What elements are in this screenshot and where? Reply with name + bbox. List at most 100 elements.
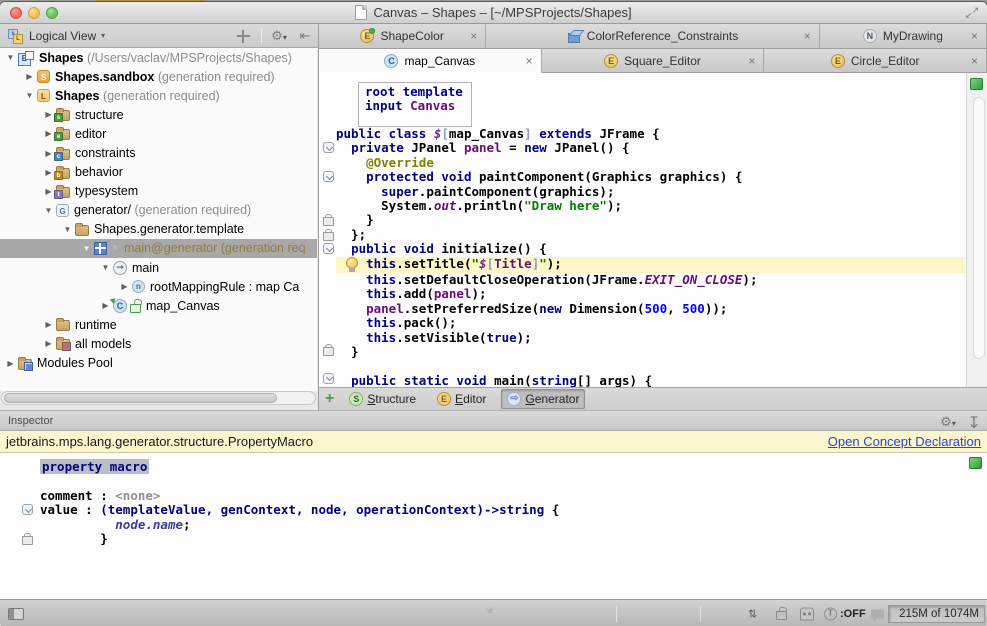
folder-icon: s	[56, 110, 70, 121]
hide-panel-icon[interactable]: ⇤	[295, 27, 315, 45]
expand-arrow[interactable]: ▶	[118, 282, 131, 291]
tree-item-map-canvas[interactable]: ▶ map_Canvas	[0, 296, 317, 315]
tree-item-structure[interactable]: ▶sstructure	[0, 105, 317, 124]
tree-item-shapes-sandbox[interactable]: ▶Shapes.sandbox (generation required)	[0, 67, 317, 86]
sort-arrows-icon[interactable]: ⇅	[748, 608, 757, 621]
tree-item-runtime[interactable]: ▶runtime	[0, 315, 317, 334]
close-icon[interactable]: ×	[748, 55, 755, 67]
fold-icon[interactable]	[22, 504, 33, 515]
minimize-window-button[interactable]	[28, 7, 40, 19]
fold-icon[interactable]	[323, 243, 334, 254]
gear-icon[interactable]: ⚙▾	[269, 27, 289, 45]
intention-bulb-icon[interactable]	[346, 257, 358, 272]
expand-arrow[interactable]: ▼	[61, 225, 74, 234]
code-area[interactable]: public class $[map_Canvas] extends JFram…	[336, 127, 965, 387]
main-arrow-icon	[113, 261, 127, 275]
scroll-from-source-icon[interactable]	[234, 27, 254, 45]
zoom-window-button[interactable]	[46, 7, 58, 19]
tree-item-typesystem[interactable]: ▶ttypesystem	[0, 182, 317, 201]
tree-item-rootmappingrule-map-ca[interactable]: ▶ rootMappingRule : map Ca	[0, 277, 317, 296]
expand-arrow[interactable]: ▶	[23, 72, 36, 81]
gear-icon[interactable]: ⚙▾	[938, 413, 958, 429]
header-box-line: root template	[365, 85, 463, 99]
tree-item-behavior[interactable]: ▶bbehavior	[0, 163, 317, 182]
inspector-code-line	[40, 474, 559, 488]
expand-arrow[interactable]: ▼	[99, 263, 112, 272]
view-tab-structure[interactable]: Structure	[343, 389, 422, 409]
view-tab-generator[interactable]: Generator	[501, 389, 585, 409]
tree-item-editor[interactable]: ▶eeditor	[0, 124, 317, 143]
title-bar[interactable]: Canvas – Shapes – [~/MPSProjects/Shapes]…	[0, 2, 987, 24]
expand-arrow[interactable]: ▼	[4, 53, 17, 62]
expand-arrow[interactable]: ▶	[4, 359, 17, 368]
inspector-code-line: }	[40, 532, 559, 546]
tab-circle-editor[interactable]: Circle_Editor ×	[764, 49, 987, 73]
close-icon[interactable]: ×	[470, 30, 477, 42]
tab-colorreference-constraints[interactable]: ColorReference_Constraints×	[486, 24, 820, 49]
tree-item-shapes[interactable]: ▼Shapes (/Users/vaclav/MPSProjects/Shape…	[0, 48, 317, 67]
view-tab-label: Editor	[455, 392, 486, 406]
tree-item-label: map_Canvas	[146, 299, 220, 313]
tab-square-editor[interactable]: Square_Editor×	[542, 49, 765, 73]
tab-map-canvas[interactable]: map_Canvas×	[319, 49, 542, 73]
inspector-title: Inspector	[0, 415, 935, 427]
toggle-toolwindows-icon[interactable]	[8, 608, 24, 620]
event-log-bubble-icon[interactable]	[871, 610, 884, 619]
fold-icon[interactable]	[323, 142, 334, 153]
tree-item-main[interactable]: ▼main	[0, 258, 317, 277]
tab-mydrawing[interactable]: MyDrawing×	[820, 24, 987, 49]
add-view-button[interactable]: +	[325, 391, 334, 407]
typesystem-status[interactable]: :OFF	[840, 608, 866, 620]
lock-icon[interactable]	[776, 607, 787, 621]
code-line: this.pack();	[336, 316, 965, 330]
dock-icon[interactable]: ↧	[964, 413, 984, 429]
tree-item-label: generator/	[74, 203, 131, 217]
tab-shapecolor[interactable]: ShapeColor×	[319, 24, 486, 49]
tree-item-label: rootMappingRule : map Ca	[150, 280, 299, 294]
window-title: Canvas – Shapes – [~/MPSProjects/Shapes]	[373, 5, 631, 20]
tree-item-modules-pool[interactable]: ▶Modules Pool	[0, 354, 317, 373]
tree-item-label: main@generator	[124, 241, 217, 255]
scrollbar-track[interactable]	[973, 97, 985, 359]
view-tab-editor[interactable]: Editor	[431, 389, 492, 409]
statusbar-separator	[700, 606, 701, 622]
typesystem-icon[interactable]	[824, 608, 837, 621]
fold-icon[interactable]	[323, 171, 334, 182]
inspector-code[interactable]: property macro comment : <none>value : (…	[40, 460, 559, 546]
expand-arrow[interactable]: ▼	[23, 91, 36, 100]
project-tree[interactable]: ▼Shapes (/Users/vaclav/MPSProjects/Shape…	[0, 48, 317, 391]
expand-arrow[interactable]: ▼	[80, 244, 93, 253]
fold-icon[interactable]	[323, 373, 334, 384]
close-icon[interactable]: ×	[804, 30, 811, 42]
expand-arrow[interactable]: ▼	[42, 206, 55, 215]
close-icon[interactable]: ×	[526, 55, 533, 67]
tab-label: Circle_Editor	[851, 54, 920, 68]
open-concept-declaration-link[interactable]: Open Concept Declaration	[828, 434, 981, 449]
view-selector[interactable]: sL Logical View ▾	[0, 24, 113, 47]
code-editor[interactable]: root templateinput Canvas public class $…	[319, 73, 987, 387]
memory-indicator[interactable]: 215M of 1074M	[888, 605, 985, 623]
inspector-body[interactable]: property macro comment : <none>value : (…	[0, 453, 987, 599]
close-icon[interactable]: ×	[971, 30, 978, 42]
tree-item-label: constraints	[75, 146, 135, 160]
hector-inspector-icon[interactable]	[800, 608, 814, 621]
horizontal-scrollbar[interactable]	[1, 391, 316, 405]
tree-item-generator[interactable]: ▼generator/ (generation required)	[0, 201, 317, 220]
expand-arrow[interactable]: ▶	[42, 320, 55, 329]
expand-arrow[interactable]: ▶	[42, 339, 55, 348]
tree-item-all-models[interactable]: ▶all models	[0, 334, 317, 353]
scrollbar-thumb[interactable]	[4, 393, 277, 403]
code-line: public void initialize() {	[336, 242, 965, 256]
close-icon[interactable]: ×	[971, 55, 978, 67]
code-line: };	[336, 228, 965, 242]
tree-item-shapes-generator-template[interactable]: ▼Shapes.generator.template	[0, 220, 317, 239]
tree-item-shapes[interactable]: ▼Shapes (generation required)	[0, 86, 317, 105]
root-template-header: root templateinput Canvas	[358, 82, 472, 127]
tree-item-main-generator[interactable]: ▼main@generator (generation req	[0, 239, 317, 258]
fullscreen-icon[interactable]: ↗↙	[965, 6, 979, 20]
code-line: }	[336, 345, 965, 359]
close-window-button[interactable]	[10, 7, 22, 19]
inspector-header: Inspector ⚙▾ ↧	[0, 410, 987, 431]
expand-arrow[interactable]: ▶	[99, 301, 112, 310]
tree-item-constraints[interactable]: ▶cconstraints	[0, 143, 317, 162]
